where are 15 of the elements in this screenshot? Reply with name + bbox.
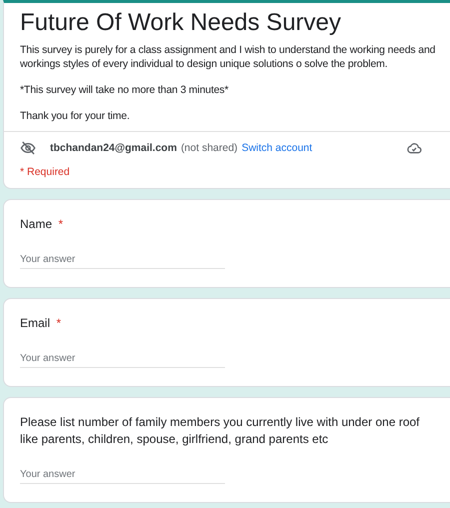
question-label: Please list number of family members you currently live with under one roof like parents, children, spouse, girlfriend, grand parents etc: [20, 415, 420, 446]
switch-account-link[interactable]: Switch account: [242, 142, 312, 154]
hidden-eye-icon: [20, 140, 36, 156]
question-label: Name: [20, 217, 52, 231]
form-description: *This survey will take no more than 3 minutes*: [20, 83, 230, 97]
account-email: tbchandan24@gmail.com: [50, 142, 177, 154]
required-note: * Required: [19, 165, 71, 180]
form-title: Future Of Work Needs Survey: [20, 9, 342, 37]
required-asterisk: *: [58, 217, 64, 231]
form-description: This survey is purely for a class assignment and I wish to understand the working needs and workings styles of every individual to design unique solutions o solve the problem.: [20, 43, 436, 71]
required-asterisk: *: [56, 316, 62, 330]
form-description: Thank you for your time.: [20, 109, 131, 123]
not-shared-note: (not shared): [180, 142, 238, 154]
cloud-check-icon: [406, 140, 422, 156]
question-label: Email: [20, 316, 50, 330]
